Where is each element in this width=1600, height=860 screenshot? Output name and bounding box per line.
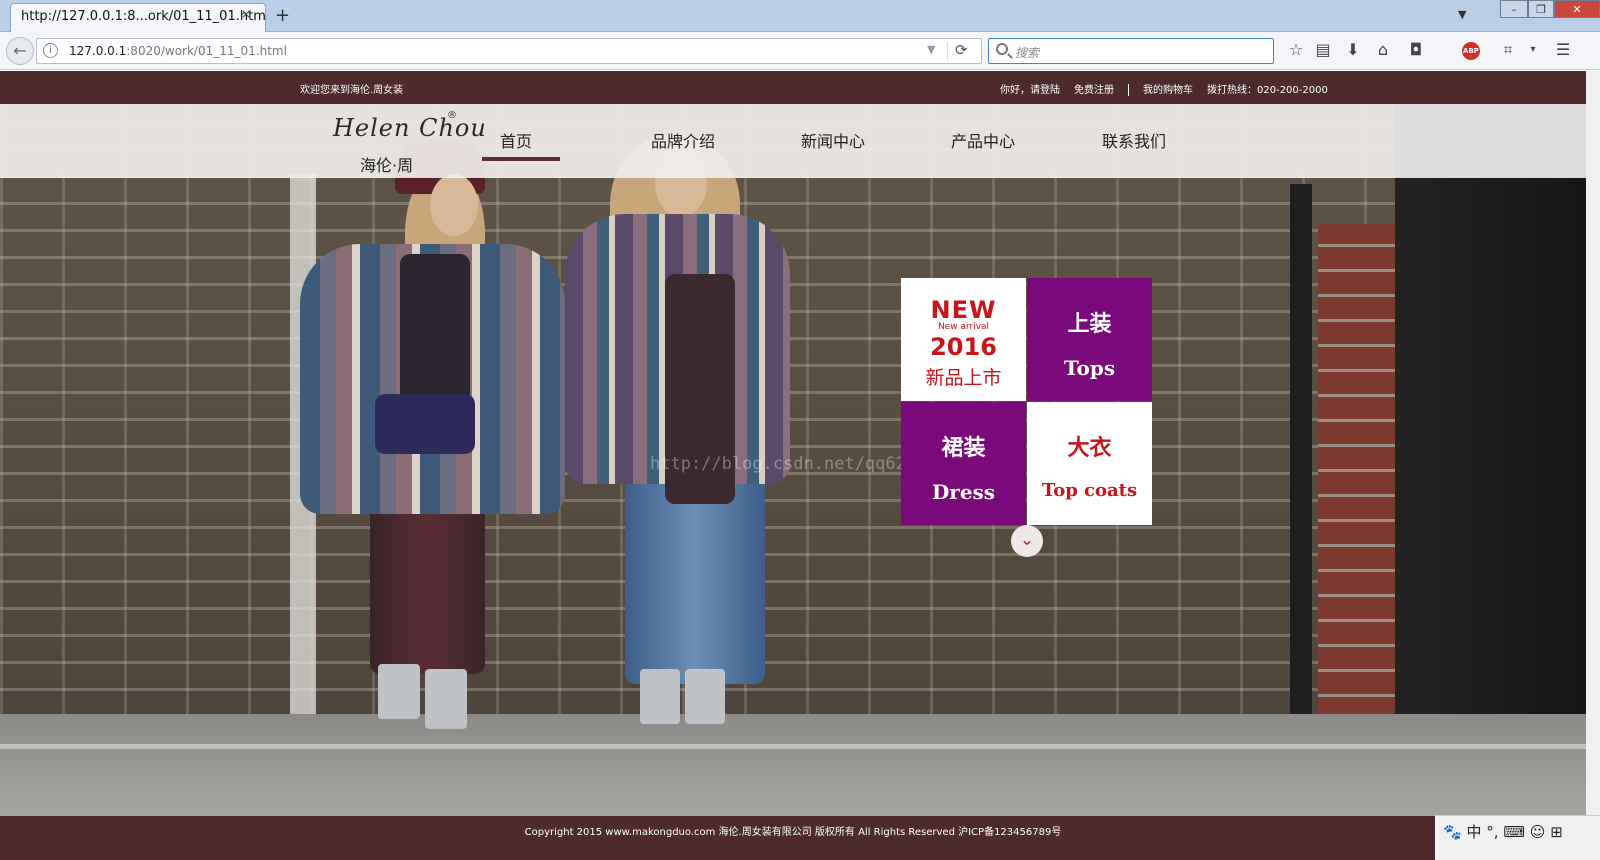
dress-chinese: 裙装 <box>941 435 986 461</box>
menu-icon[interactable]: ☰ <box>1552 40 1574 59</box>
login-link[interactable]: 你好，请登陆 <box>1000 85 1060 96</box>
url-divider <box>947 42 948 60</box>
model-right-boot-1 <box>640 669 680 724</box>
close-tab-icon[interactable]: × <box>241 7 251 21</box>
coats-chinese: 大衣 <box>1067 435 1112 461</box>
model-left-face <box>430 174 478 236</box>
paw-icon[interactable]: 🐾 <box>1443 823 1462 841</box>
dark-doorway <box>1395 104 1586 724</box>
black-pole <box>1290 184 1312 784</box>
crop-icon[interactable]: ⌗ <box>1497 40 1519 60</box>
hotline-text: 拨打热线：020-200-2000 <box>1207 85 1328 96</box>
tab-title: http://127.0.0.1:8...ork/01_11_01.html <box>21 9 266 24</box>
tile-tops[interactable]: 上装 Tops <box>1027 278 1152 401</box>
logo-chinese[interactable]: 海伦·周 <box>360 152 413 176</box>
nav-news[interactable]: 新闻中心 <box>801 128 865 152</box>
minimize-icon[interactable]: – <box>1500 0 1528 18</box>
tile-coats[interactable]: 大衣 Top coats <box>1027 402 1152 525</box>
top-links: 你好，请登陆 免费注册 我的购物车 拨打热线：020-200-2000 <box>1000 81 1342 96</box>
url-text[interactable]: 127.0.0.1:8020/work/01_11_01.html <box>69 44 287 58</box>
search-input[interactable]: 搜索 <box>988 38 1274 64</box>
new-tab-button[interactable]: + <box>275 5 290 26</box>
grid-icon[interactable]: ⊞ <box>1550 823 1563 841</box>
tile-new-arrival[interactable]: NEW New arrival 2016 新品上市 <box>901 278 1026 401</box>
bookmark-star-icon[interactable]: ☆ <box>1285 40 1307 59</box>
nav-active-indicator <box>482 157 560 161</box>
category-tiles: NEW New arrival 2016 新品上市 上装 Tops 裙装 Dre… <box>901 278 1152 525</box>
nav-brand[interactable]: 品牌介绍 <box>651 128 715 152</box>
system-tray: 🐾 中 °, ⌨ ☺ ⊞ <box>1435 815 1600 860</box>
dropdown-icon[interactable]: ▾ <box>1522 44 1544 55</box>
model-left-boot-1 <box>378 664 420 719</box>
model-left-boot-2 <box>425 669 467 729</box>
punctuation-icon[interactable]: °, <box>1486 823 1498 841</box>
model-right-boot-2 <box>685 669 725 724</box>
main-nav-bar: Helen Chou ® 海伦·周 首页 品牌介绍 新闻中心 产品中心 联系我们 <box>0 104 1586 178</box>
search-icon <box>996 43 1008 55</box>
reading-list-icon[interactable]: ▤ <box>1312 40 1334 59</box>
logo-script[interactable]: Helen Chou <box>333 114 487 142</box>
download-icon[interactable]: ⬇ <box>1342 40 1364 59</box>
maximize-icon[interactable]: ❐ <box>1528 0 1554 18</box>
new-year: 2016 <box>930 333 997 361</box>
home-icon[interactable]: ⌂ <box>1372 40 1394 59</box>
cart-link[interactable]: 我的购物车 <box>1143 85 1193 96</box>
browser-tab[interactable]: http://127.0.0.1:8...ork/01_11_01.html <box>10 3 266 32</box>
footer: Copyright 2015 www.makongduo.com 海伦.周女装有… <box>0 816 1586 860</box>
adblock-icon[interactable]: ABP <box>1462 42 1480 60</box>
red-brick-column <box>1318 224 1396 794</box>
copyright-text: Copyright 2015 www.makongduo.com 海伦.周女装有… <box>524 827 1062 838</box>
sidewalk <box>0 714 1586 826</box>
top-link-divider <box>1128 84 1129 96</box>
close-window-icon[interactable]: ✕ <box>1554 0 1600 18</box>
page-scrollbar[interactable] <box>1586 71 1600 860</box>
welcome-text: 欢迎您来到海伦.周女装 <box>300 85 404 96</box>
new-arrival-label: New arrival <box>937 322 990 332</box>
list-tabs-icon[interactable]: ▼ <box>1458 8 1466 21</box>
new-label: NEW <box>930 296 997 324</box>
registered-mark: ® <box>447 110 457 121</box>
curb <box>0 744 1586 749</box>
pocket-icon[interactable]: ◘ <box>1405 40 1427 59</box>
register-link[interactable]: 免费注册 <box>1074 85 1114 96</box>
nav-products[interactable]: 产品中心 <box>951 128 1015 152</box>
user-icon[interactable]: ☺ <box>1530 823 1546 841</box>
reload-icon[interactable]: ⟳ <box>955 41 968 59</box>
dress-english: Dress <box>931 480 996 504</box>
tops-chinese: 上装 <box>1067 311 1112 337</box>
nav-home[interactable]: 首页 <box>500 128 532 152</box>
site-info-icon[interactable]: i <box>43 43 58 58</box>
history-dropdown-icon[interactable]: ▼ <box>927 43 935 56</box>
coats-english: Top coats <box>1041 480 1138 501</box>
url-bar[interactable]: i 127.0.0.1:8020/work/01_11_01.html ▼ ⟳ <box>36 38 982 64</box>
tops-english: Tops <box>1063 356 1116 380</box>
top-info-bar: 欢迎您来到海伦.周女装 你好，请登陆 免费注册 我的购物车 拨打热线：020-200-… <box>0 71 1586 104</box>
search-placeholder: 搜索 <box>1015 46 1040 60</box>
tile-dress[interactable]: 裙装 Dress <box>901 402 1026 525</box>
ime-indicator[interactable]: 中 <box>1466 823 1481 841</box>
nav-contact[interactable]: 联系我们 <box>1102 128 1166 152</box>
hero-banner: http://blog.csdn.net/qq625739716 <box>0 104 1586 826</box>
new-chinese: 新品上市 <box>925 367 1002 389</box>
window-controls: – ❐ ✕ <box>1500 0 1600 20</box>
browser-tab-bar: http://127.0.0.1:8...ork/01_11_01.html ×… <box>0 0 1600 32</box>
scroll-down-icon[interactable]: ⌄ <box>1011 525 1043 557</box>
web-page: 欢迎您来到海伦.周女装 你好，请登陆 免费注册 我的购物车 拨打热线：020-200-… <box>0 71 1586 860</box>
back-arrow-icon[interactable]: ← <box>6 37 34 65</box>
model-left-clutch <box>375 394 475 454</box>
keyboard-icon[interactable]: ⌨ <box>1503 823 1525 841</box>
